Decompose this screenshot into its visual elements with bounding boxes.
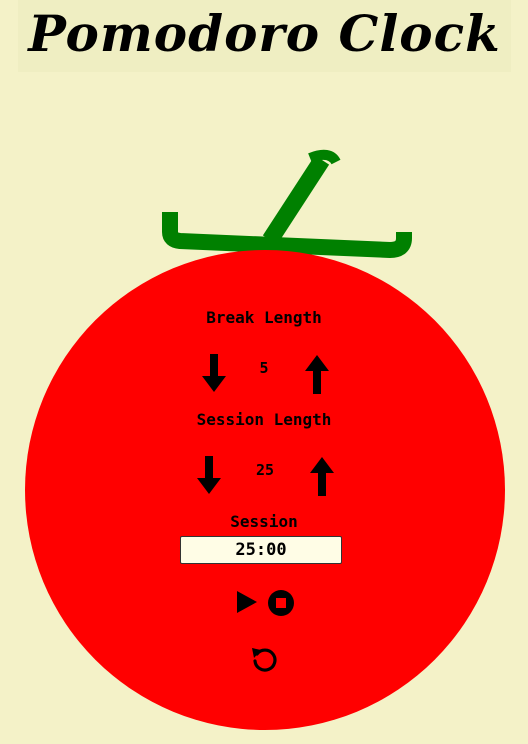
arrow-down-icon[interactable] [201,354,227,394]
pomodoro-app: Pomodoro Clock Break Length 5 Session Le… [0,0,528,744]
break-label: Break Length [206,308,322,327]
session-length-label: Session Length [196,410,332,429]
reset-icon[interactable] [250,645,278,673]
arrow-up-icon[interactable] [309,456,335,496]
timer-label: Session [230,512,298,531]
time-left-display: 25:00 [180,536,342,564]
break-length-value: 5 [259,359,269,377]
arrow-down-icon[interactable] [196,456,222,496]
stem-stalk [262,155,330,245]
session-length-value: 25 [255,461,275,479]
play-icon[interactable] [236,590,258,614]
arrow-up-icon[interactable] [304,354,330,394]
stop-icon[interactable] [267,589,295,617]
